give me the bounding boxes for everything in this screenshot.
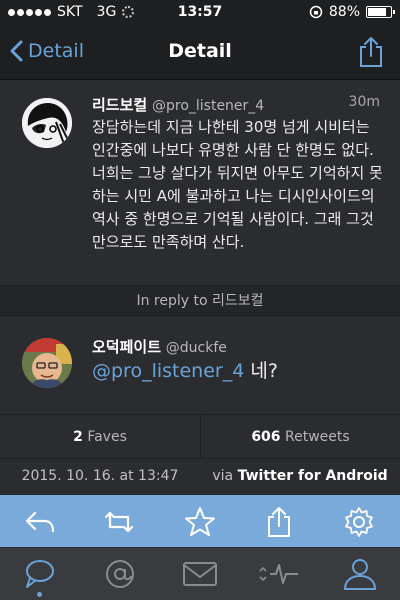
tab-profile[interactable] bbox=[340, 556, 380, 592]
share-icon bbox=[268, 507, 290, 537]
action-bar bbox=[0, 495, 400, 547]
share-tweet-button[interactable] bbox=[262, 505, 296, 539]
tweet-date: 2015. 10. 16. at 13:47 bbox=[21, 468, 179, 484]
tweet-timestamp: 30m bbox=[348, 94, 380, 110]
client-name[interactable]: Twitter for Android bbox=[238, 468, 388, 484]
faves-stat[interactable]: 2 Faves bbox=[0, 415, 200, 459]
via-label: via bbox=[212, 468, 234, 484]
tweet-meta: 2015. 10. 16. at 13:47 via Twitter for A… bbox=[0, 459, 400, 495]
lock-rotation-icon bbox=[309, 5, 323, 19]
speech-bubble-icon bbox=[26, 560, 54, 588]
profile-icon bbox=[344, 559, 376, 590]
retweets-label: Retweets bbox=[285, 429, 350, 445]
reply-mention-link[interactable]: @pro_listener_4 bbox=[92, 360, 244, 382]
activity-icon bbox=[259, 564, 298, 584]
reply-avatar-image bbox=[22, 338, 72, 388]
chevron-left-icon bbox=[10, 40, 23, 62]
avatar-image bbox=[22, 98, 72, 148]
status-bar: SKT 3G 13:57 88% bbox=[0, 0, 400, 26]
reply-display-name[interactable]: 오덕페이트 bbox=[92, 338, 161, 356]
tweet-client: via Twitter for Android bbox=[200, 468, 400, 484]
navigation-bar: Detail Detail bbox=[0, 26, 400, 80]
settings-button[interactable] bbox=[342, 505, 376, 539]
tab-timeline[interactable] bbox=[20, 556, 60, 592]
faves-count: 2 bbox=[73, 429, 83, 445]
tab-bar bbox=[0, 547, 400, 600]
favorite-button[interactable] bbox=[183, 505, 217, 539]
reply-button[interactable] bbox=[23, 505, 57, 539]
reply-avatar[interactable] bbox=[22, 338, 72, 388]
reply-body: 네? bbox=[244, 360, 278, 382]
at-icon bbox=[106, 560, 134, 588]
tweet-text: 장담하는데 지금 나한테 30명 넘게 시비터는 인간중에 나보다 유명한 사람… bbox=[92, 118, 383, 251]
retweet-icon bbox=[104, 511, 134, 533]
tab-messages[interactable] bbox=[180, 556, 220, 592]
reply-icon bbox=[25, 511, 55, 533]
back-button-label: Detail bbox=[28, 40, 84, 62]
reply-text: @pro_listener_4 네? bbox=[92, 356, 278, 383]
retweets-stat[interactable]: 606 Retweets bbox=[200, 415, 400, 459]
tweet-stats: 2 Faves 606 Retweets bbox=[0, 414, 400, 459]
tweet-display-name[interactable]: 리드보컬 bbox=[92, 96, 147, 114]
active-tab-indicator bbox=[37, 592, 42, 597]
tab-activity[interactable] bbox=[258, 556, 298, 592]
envelope-icon bbox=[183, 562, 217, 586]
retweet-button[interactable] bbox=[102, 505, 136, 539]
star-icon bbox=[185, 507, 215, 536]
reply-tweet: 오덕페이트 @duckfe @pro_listener_4 네? bbox=[0, 316, 400, 414]
share-icon bbox=[360, 37, 382, 67]
main-tweet: 리드보컬 @pro_listener_4 30m 장담하는데 지금 나한테 30… bbox=[0, 80, 400, 285]
faves-label: Faves bbox=[87, 429, 127, 445]
share-button[interactable] bbox=[358, 36, 384, 72]
tweet-handle[interactable]: @pro_listener_4 bbox=[152, 98, 264, 114]
avatar[interactable] bbox=[22, 98, 72, 148]
tab-mentions[interactable] bbox=[100, 556, 140, 592]
retweets-count: 606 bbox=[251, 429, 281, 445]
back-button[interactable]: Detail bbox=[10, 40, 84, 62]
reply-handle[interactable]: @duckfe bbox=[166, 340, 227, 356]
battery-icon bbox=[366, 6, 395, 18]
battery-percent: 88% bbox=[328, 4, 360, 20]
in-reply-to-bar[interactable]: In reply to 리드보컬 bbox=[0, 285, 400, 316]
gear-icon bbox=[345, 507, 373, 537]
